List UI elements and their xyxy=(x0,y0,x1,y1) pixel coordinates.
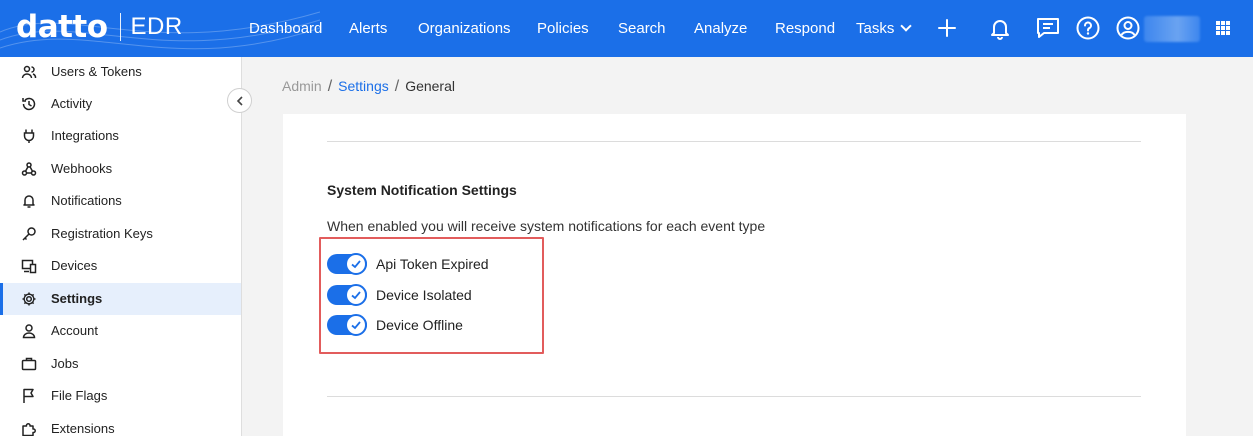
users-icon xyxy=(21,65,37,79)
gear-icon xyxy=(22,292,36,306)
logo-separator xyxy=(119,13,121,41)
nav-analyze[interactable]: Analyze xyxy=(694,20,747,37)
nav-dashboard[interactable]: Dashboard xyxy=(249,20,322,37)
sidebar-item-label: Notifications xyxy=(51,193,122,208)
briefcase-icon xyxy=(21,357,37,371)
toggle-row-api-token-expired[interactable]: Api Token Expired xyxy=(327,253,489,275)
apps-grid-icon[interactable] xyxy=(1210,15,1236,41)
sidebar-item-webhooks[interactable]: Webhooks xyxy=(0,153,241,185)
checkmark-icon xyxy=(351,291,361,300)
chevron-left-icon xyxy=(236,95,243,106)
nav-organizations[interactable]: Organizations xyxy=(418,20,511,37)
toggle-label: Device Isolated xyxy=(376,287,472,303)
sidebar-item-label: Webhooks xyxy=(51,161,113,176)
devices-icon xyxy=(21,259,37,274)
sidebar-item-jobs[interactable]: Jobs xyxy=(0,348,241,380)
toggle-row-device-isolated[interactable]: Device Isolated xyxy=(327,284,472,306)
api-token-expired-toggle[interactable] xyxy=(327,253,367,275)
sidebar-item-registration-keys[interactable]: Registration Keys xyxy=(0,218,241,250)
nav-search[interactable]: Search xyxy=(618,20,666,37)
checkmark-icon xyxy=(351,321,361,330)
breadcrumb-separator: / xyxy=(394,78,400,95)
history-icon xyxy=(22,97,36,111)
sidebar-item-label: Activity xyxy=(51,96,93,111)
sidebar-item-label: Extensions xyxy=(51,421,115,436)
collapse-sidebar-button[interactable] xyxy=(227,88,252,113)
device-isolated-toggle[interactable] xyxy=(327,284,367,306)
plus-icon[interactable] xyxy=(934,15,960,41)
logo-product: EDR xyxy=(130,13,183,40)
help-icon[interactable] xyxy=(1075,15,1101,41)
section-description: When enabled you will receive system not… xyxy=(327,218,766,234)
sidebar-item-settings[interactable]: Settings xyxy=(0,283,241,315)
user-avatar-icon[interactable] xyxy=(1115,15,1141,41)
section-title: System Notification Settings xyxy=(327,182,517,198)
webhook-icon xyxy=(21,162,37,176)
nav-respond[interactable]: Respond xyxy=(775,20,835,37)
toggle-label: Api Token Expired xyxy=(376,256,489,272)
sidebar-item-file-flags[interactable]: File Flags xyxy=(0,380,241,412)
person-icon xyxy=(22,324,36,339)
top-navigation-bar: datto EDR Dashboard Alerts Organizations… xyxy=(0,0,1253,57)
bell-icon[interactable] xyxy=(987,15,1013,41)
sidebar-item-label: Users & Tokens xyxy=(51,64,142,79)
sidebar-item-label: Settings xyxy=(51,291,103,306)
blurred-username[interactable] xyxy=(1144,16,1200,42)
bell-icon xyxy=(23,195,35,208)
sidebar-item-label: Registration Keys xyxy=(51,226,153,241)
sidebar-item-activity[interactable]: Activity xyxy=(0,88,241,120)
datto-edr-logo[interactable]: datto EDR xyxy=(16,9,183,45)
sidebar-item-account[interactable]: Account xyxy=(0,315,241,347)
sidebar-item-integrations[interactable]: Integrations xyxy=(0,120,241,152)
checkmark-icon xyxy=(351,260,361,269)
nav-alerts[interactable]: Alerts xyxy=(349,20,387,37)
key-icon xyxy=(22,227,36,241)
divider-bottom xyxy=(327,396,1141,397)
sidebar-item-label: Devices xyxy=(51,258,98,273)
nav-tasks[interactable]: Tasks xyxy=(856,20,913,37)
chat-icon[interactable] xyxy=(1035,15,1061,41)
toggle-knob xyxy=(345,253,367,275)
flag-icon xyxy=(23,388,34,403)
nav-policies[interactable]: Policies xyxy=(537,20,589,37)
toggle-row-device-offline[interactable]: Device Offline xyxy=(327,314,463,336)
logo-word: datto xyxy=(16,9,108,45)
nav-tasks-label: Tasks xyxy=(856,20,895,37)
plug-icon xyxy=(23,129,35,143)
breadcrumb-settings[interactable]: Settings xyxy=(338,78,389,94)
breadcrumb-separator: / xyxy=(327,78,333,95)
sidebar-item-devices[interactable]: Devices xyxy=(0,250,241,282)
breadcrumb-admin[interactable]: Admin xyxy=(282,78,322,94)
puzzle-icon xyxy=(22,423,36,436)
device-offline-toggle[interactable] xyxy=(327,314,367,336)
chevron-down-icon xyxy=(900,20,913,32)
admin-sidebar: Users & Tokens Activity Integrations Web… xyxy=(0,57,242,436)
sidebar-item-label: Jobs xyxy=(51,356,79,371)
breadcrumb: Admin / Settings / General xyxy=(282,78,455,96)
sidebar-item-notifications[interactable]: Notifications xyxy=(0,185,241,217)
toggle-knob xyxy=(345,284,367,306)
sidebar-item-label: Account xyxy=(51,323,98,338)
toggle-label: Device Offline xyxy=(376,317,463,333)
toggle-knob xyxy=(345,314,367,336)
divider-top xyxy=(327,141,1141,142)
settings-panel: System Notification Settings When enable… xyxy=(283,114,1186,436)
sidebar-item-extensions[interactable]: Extensions xyxy=(0,413,241,436)
breadcrumb-general: General xyxy=(405,78,455,94)
sidebar-item-label: File Flags xyxy=(51,388,108,403)
sidebar-item-users-tokens[interactable]: Users & Tokens xyxy=(0,57,241,88)
sidebar-item-label: Integrations xyxy=(51,128,119,143)
